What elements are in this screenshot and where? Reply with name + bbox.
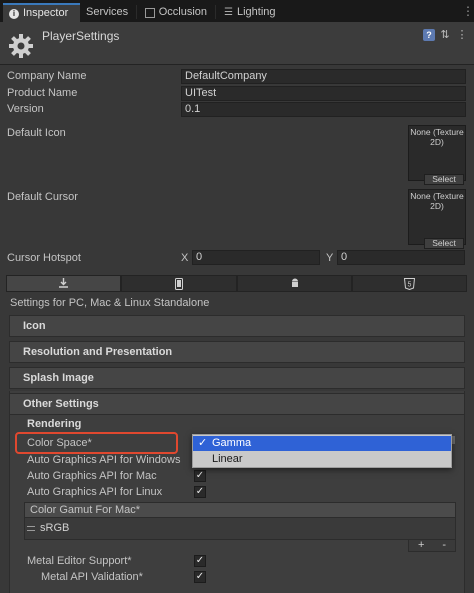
default-cursor-select-button[interactable]: Select: [424, 238, 464, 249]
info-icon: i: [9, 8, 19, 19]
preset-icon[interactable]: ⇅: [439, 29, 451, 41]
dropdown-field-edge[interactable]: [452, 436, 455, 444]
metal-api-validation-label: Metal API Validation*: [41, 571, 143, 583]
auto-api-linux-checkbox[interactable]: ✓: [194, 486, 206, 498]
metal-api-validation-checkbox[interactable]: ✓: [194, 571, 206, 583]
gear-icon: [9, 34, 33, 58]
metal-editor-support-checkbox[interactable]: ✓: [194, 555, 206, 567]
dropdown-option-linear[interactable]: Linear: [212, 453, 243, 465]
default-cursor-label: Default Cursor: [7, 191, 78, 203]
option-label: Gamma: [212, 437, 252, 449]
auto-api-mac-label: Auto Graphics API for Mac: [27, 470, 157, 482]
hotspot-x-field[interactable]: 0: [192, 250, 320, 265]
tab-services[interactable]: Services: [80, 3, 135, 22]
tab-label: Occlusion: [158, 6, 207, 18]
list-footer: + -: [408, 540, 456, 552]
standalone-icon: [59, 278, 68, 288]
platform-tab-webgl[interactable]: 5: [352, 275, 467, 292]
lighting-icon: ☰: [224, 7, 233, 18]
page-title: PlayerSettings: [42, 29, 120, 43]
hotspot-y-field[interactable]: 0: [337, 250, 465, 265]
version-field[interactable]: 0.1: [181, 102, 466, 117]
dropdown-option-gamma[interactable]: ✓ Gamma: [193, 436, 451, 451]
metal-editor-support-label: Metal Editor Support*: [27, 555, 132, 567]
product-name-field[interactable]: UITest: [181, 86, 466, 101]
section-other[interactable]: Other Settings: [9, 393, 465, 415]
color-gamut-item[interactable]: sRGB: [40, 522, 69, 534]
version-label: Version: [7, 103, 44, 115]
section-resolution[interactable]: Resolution and Presentation: [9, 341, 465, 363]
hotspot-x-label: X: [181, 252, 189, 264]
company-name-label: Company Name: [7, 70, 87, 82]
platform-tab-standalone[interactable]: [6, 275, 121, 292]
tab-lighting[interactable]: ☰ Lighting: [218, 3, 288, 22]
android-icon: [291, 278, 298, 287]
cursor-hotspot-label: Cursor Hotspot: [7, 252, 81, 264]
webgl-icon: 5: [404, 277, 415, 290]
help-icon[interactable]: ?: [423, 29, 435, 41]
section-splash[interactable]: Splash Image: [9, 367, 465, 389]
platform-tab-android[interactable]: [237, 275, 352, 292]
webgl-badge: 5: [408, 281, 412, 288]
tab-divider: [215, 5, 216, 19]
auto-api-linux-label: Auto Graphics API for Linux: [27, 486, 163, 498]
default-icon-texture: None (Texture 2D): [410, 127, 464, 147]
ios-icon: [175, 277, 183, 290]
company-name-field[interactable]: DefaultCompany: [181, 69, 466, 84]
add-icon[interactable]: +: [418, 540, 424, 551]
platform-tab-ios[interactable]: [121, 275, 237, 292]
product-name-label: Product Name: [7, 87, 78, 99]
tab-menu-icon[interactable]: ⋮: [462, 5, 474, 17]
auto-api-windows-label: Auto Graphics API for Windows: [27, 454, 181, 466]
occlusion-icon: [145, 7, 155, 18]
tab-label: Lighting: [236, 6, 276, 18]
more-options-icon[interactable]: ⋮: [456, 29, 468, 41]
drag-handle-icon[interactable]: [27, 526, 35, 531]
tab-label: Services: [86, 6, 129, 18]
tab-divider: [136, 5, 137, 19]
default-icon-select-button[interactable]: Select: [424, 174, 464, 185]
checkmark-icon: ✓: [198, 437, 208, 449]
tab-occlusion[interactable]: Occlusion: [139, 3, 215, 22]
rendering-header: Rendering: [27, 418, 82, 430]
auto-api-mac-checkbox[interactable]: ✓: [194, 470, 206, 482]
section-icon[interactable]: Icon: [9, 315, 465, 337]
color-gamut-list: [24, 518, 456, 540]
tab-label: Inspector: [23, 7, 69, 19]
color-gamut-header: Color Gamut For Mac*: [24, 502, 456, 518]
default-cursor-texture: None (Texture 2D): [410, 191, 464, 211]
remove-icon[interactable]: -: [442, 540, 446, 551]
color-space-highlight: [15, 432, 178, 454]
settings-for-text: Settings for PC, Mac & Linux Standalone: [10, 297, 210, 309]
default-icon-label: Default Icon: [7, 127, 66, 139]
tab-inspector[interactable]: i Inspector: [3, 3, 80, 22]
hotspot-y-label: Y: [326, 252, 334, 264]
